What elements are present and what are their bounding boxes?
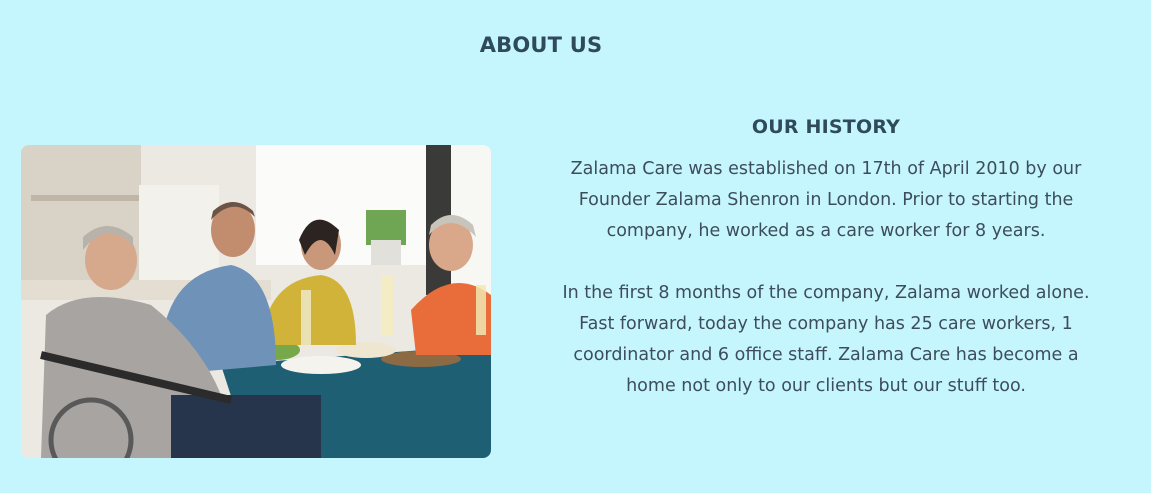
about-us-section: ABOUT US OUR HISTORY Zalama Care was est… [0,0,1151,493]
family-dinner-photo [21,145,491,458]
history-paragraph: Zalama Care was established on 17th of A… [570,159,1082,241]
our-history-block: OUR HISTORY Zalama Care was established … [556,116,1096,402]
history-heading: OUR HISTORY [751,116,901,138]
history-paragraph: In the first 8 months of the company, Za… [562,283,1090,396]
section-title: ABOUT US [479,33,603,57]
